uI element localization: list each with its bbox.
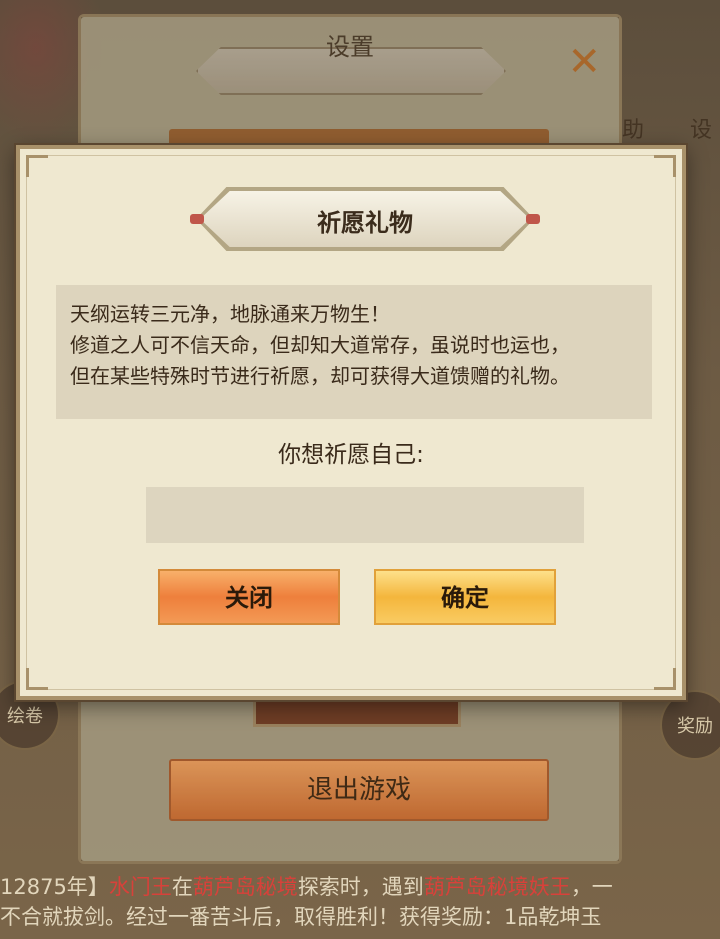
scroll-icon-label: 绘卷 xyxy=(7,706,43,727)
log-text: ，一 xyxy=(570,875,613,899)
close-icon[interactable]: ✕ xyxy=(567,39,601,85)
corner-ornament xyxy=(26,155,48,177)
side-label-settings: 设 xyxy=(690,118,713,143)
settings-title: 设置 xyxy=(326,33,374,61)
event-log: 12875年】水门王在葫芦岛秘境探索时，遇到葫芦岛秘境妖王，一 不合就拔剑。经过… xyxy=(0,872,720,932)
reward-icon-label: 奖励 xyxy=(677,716,713,737)
log-name: 水门王 xyxy=(108,875,172,899)
corner-ornament xyxy=(26,668,48,690)
log-line-2: 不合就拔剑。经过一番苦斗后，取得胜利！获得奖励：1品乾坤玉 xyxy=(0,905,602,929)
corner-ornament xyxy=(654,155,676,177)
reward-icon-button[interactable]: 奖励 xyxy=(660,690,720,760)
wish-prompt: 你想祈愿自己: xyxy=(278,442,424,468)
description-line: 天纲运转三元净，地脉通来万物生！ xyxy=(70,302,390,326)
exit-game-button[interactable]: 退出游戏 xyxy=(169,759,549,821)
log-text: 在 xyxy=(171,875,193,899)
wish-gift-dialog: 祈愿礼物 天纲运转三元净，地脉通来万物生！ 修道之人可不信天命，但却知大道常存，… xyxy=(16,145,686,700)
settings-tab xyxy=(253,697,461,727)
log-year: 12875年】 xyxy=(0,875,109,899)
log-line-1: 12875年】水门王在葫芦岛秘境探索时，遇到葫芦岛秘境妖王，一 xyxy=(0,872,720,902)
log-text: 探索时，遇到 xyxy=(297,875,424,899)
side-label-help: 助 xyxy=(622,118,645,143)
wish-input[interactable] xyxy=(146,487,584,543)
log-place: 葫芦岛秘境 xyxy=(192,875,298,899)
dialog-title: 祈愿礼物 xyxy=(317,209,413,237)
description-line: 修道之人可不信天命，但却知大道常存，虽说时也运也， xyxy=(70,333,570,357)
description-box: 天纲运转三元净，地脉通来万物生！ 修道之人可不信天命，但却知大道常存，虽说时也运… xyxy=(56,285,652,419)
log-enemy: 葫芦岛秘境妖王 xyxy=(423,875,571,899)
confirm-button[interactable]: 确定 xyxy=(374,569,556,625)
corner-ornament xyxy=(654,668,676,690)
description-line: 但在某些特殊时节进行祈愿，却可获得大道馈赠的礼物。 xyxy=(70,364,570,388)
close-button[interactable]: 关闭 xyxy=(158,569,340,625)
